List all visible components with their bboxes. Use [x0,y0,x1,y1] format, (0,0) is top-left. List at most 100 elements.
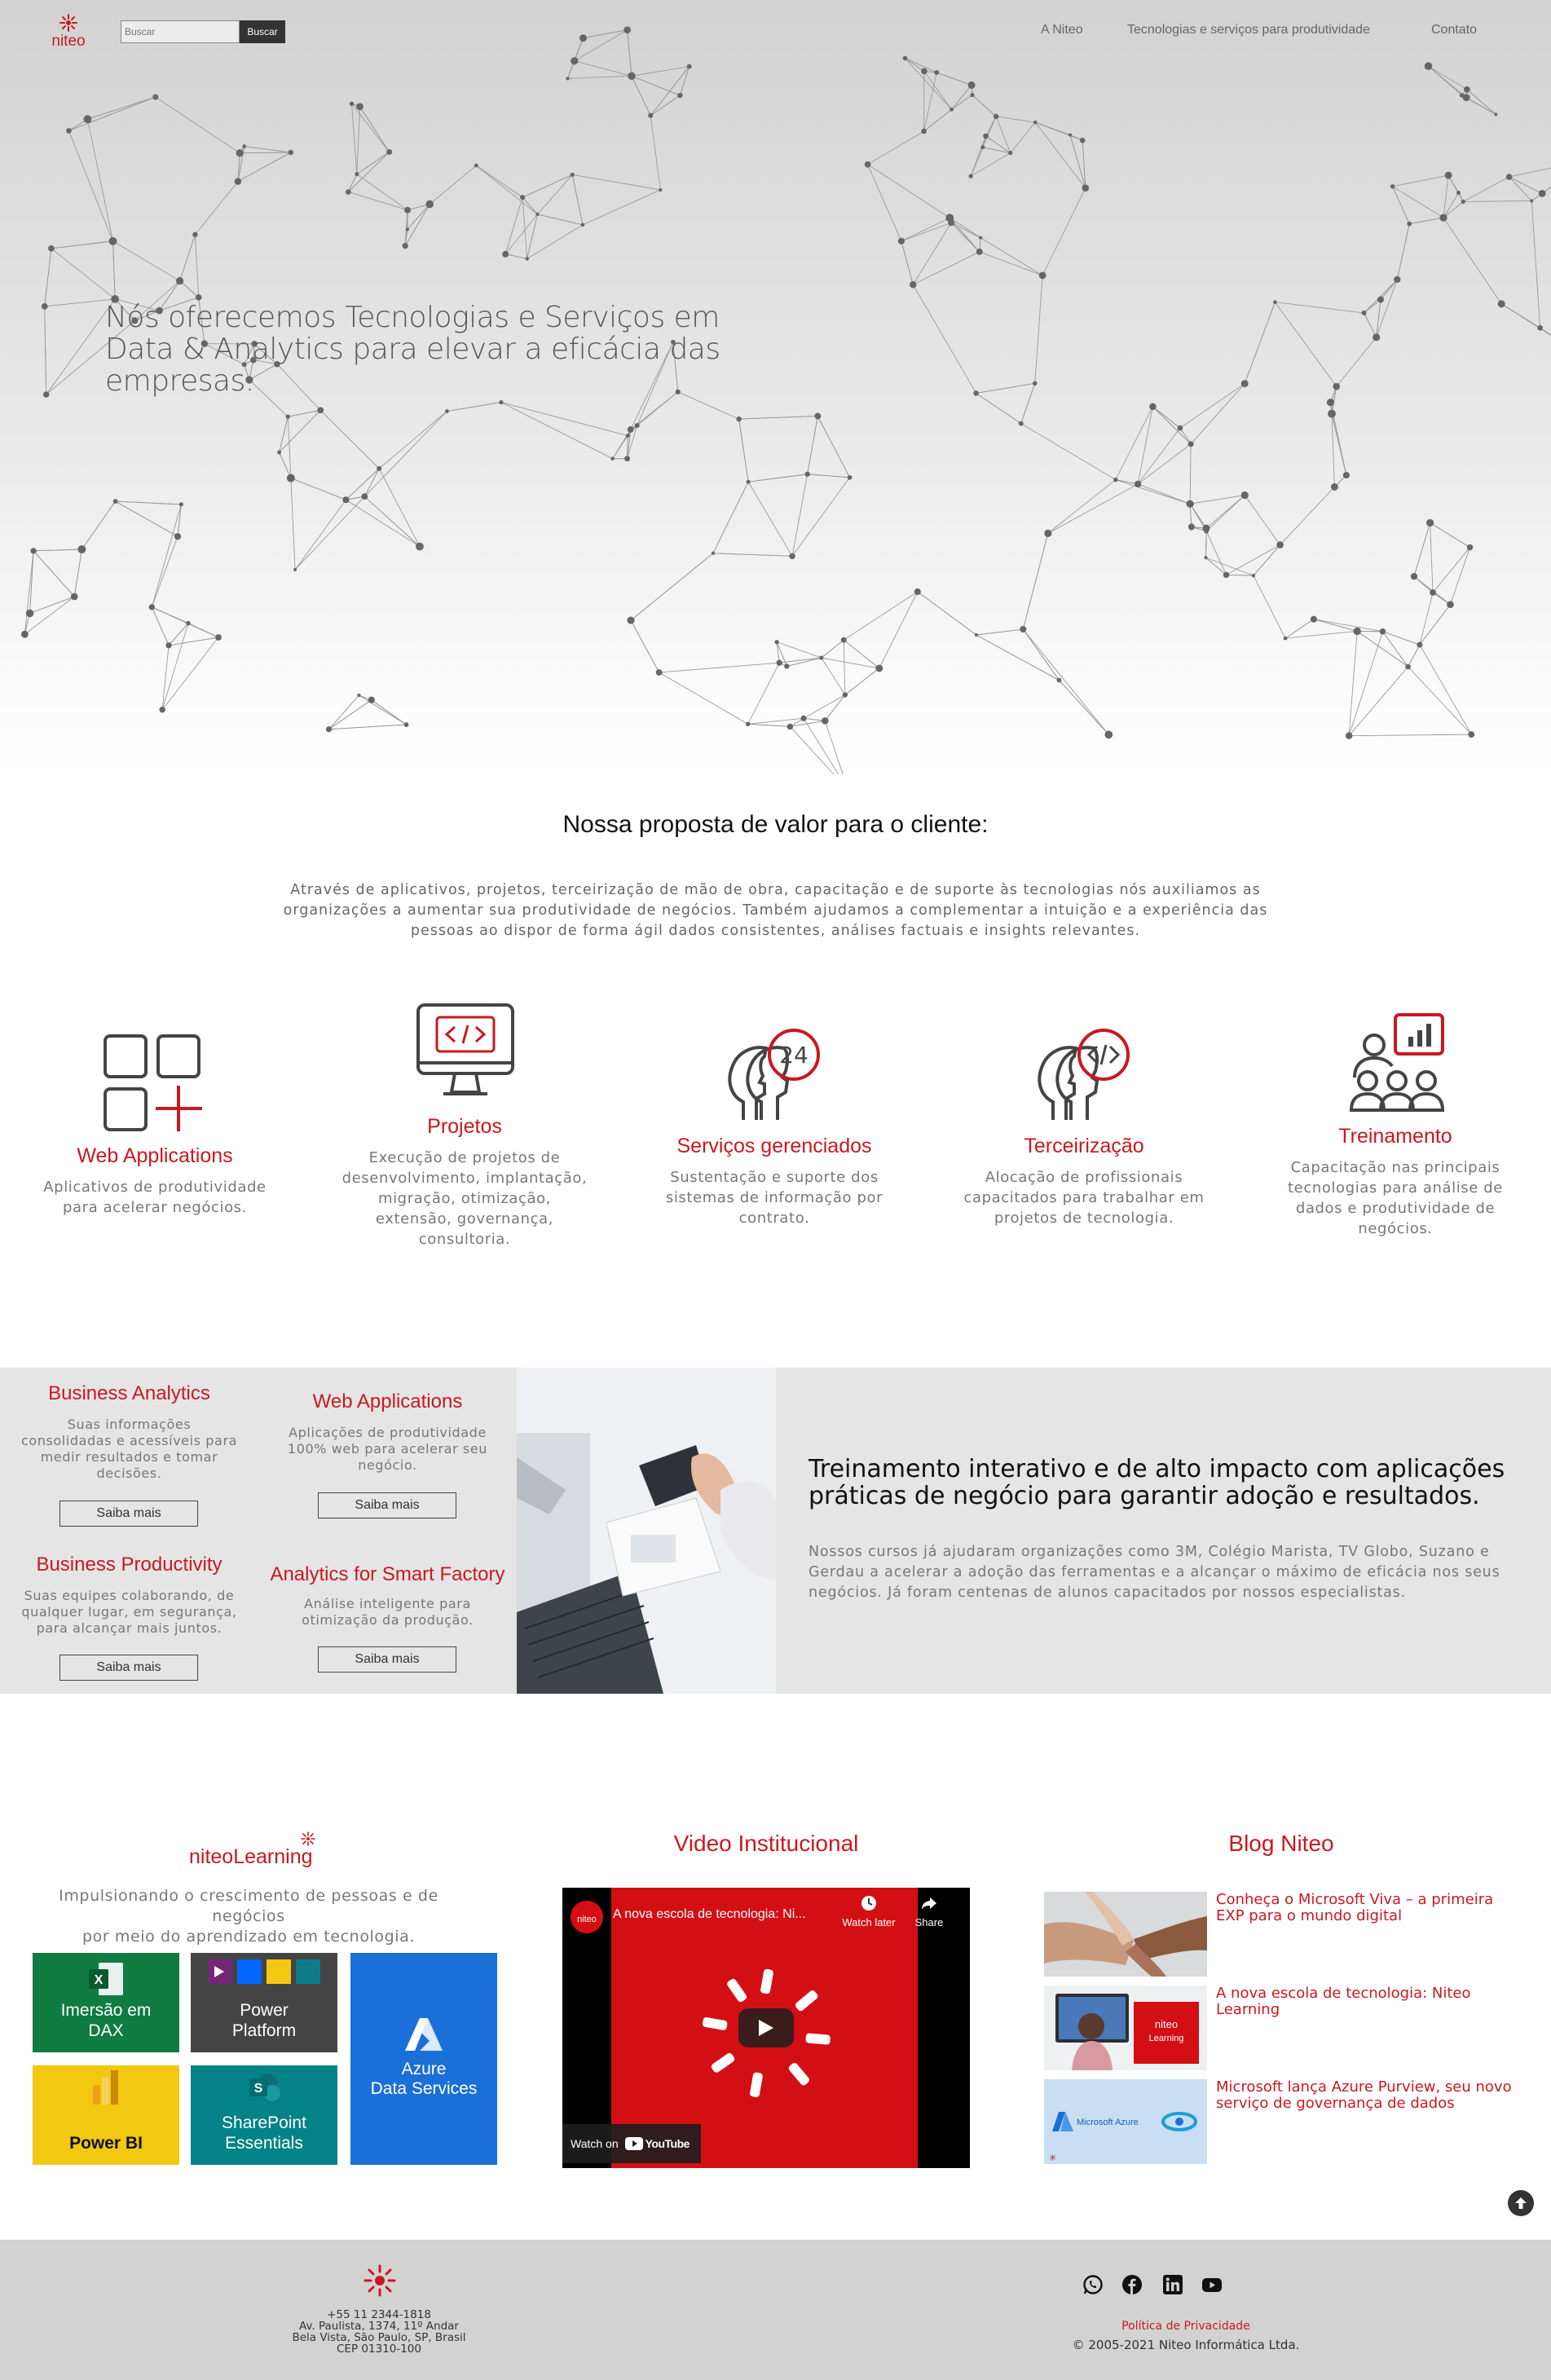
privacy-policy-link[interactable]: Política de Privacidade [1011,2320,1361,2333]
video-title: Video Institucional [673,1831,859,1856]
share-button[interactable]: Share [905,1894,954,1928]
network-node [1407,221,1412,227]
saiba-mais-button[interactable]: Saiba mais [318,1646,456,1673]
nav-contato[interactable]: Contato [1431,23,1477,37]
network-node [784,663,790,669]
watch-later-button[interactable]: Watch later [836,1894,901,1928]
network-node [1044,529,1052,537]
network-node [1020,625,1027,633]
service-text-gerenciados: Sustentação e suporte dos sistemas de inf… [665,1169,883,1227]
blog-link-viva[interactable]: Conheça o Microsoft Viva – a primeira EXP… [1216,1892,1519,1924]
network-node [968,174,973,178]
blog-thumb-learning[interactable]: niteo Learning [1044,1986,1207,2070]
network-node [1008,151,1013,156]
network-node [25,609,34,618]
network-node [1033,381,1038,386]
tile-sharepoint[interactable]: S SharePoint Essentials [191,2065,337,2165]
network-node [967,81,976,89]
solution-text-business-productivity: Suas equipes colaborando, de qualquer lug… [21,1588,237,1636]
value-text: Através de aplicativos, projetos, tercei… [283,882,1268,939]
network-node [48,245,55,252]
network-node [416,542,424,551]
network-node [1461,199,1465,204]
youtube-video-player[interactable]: niteo A nova escola de tecnologia: Ni...… [562,1888,970,2168]
network-node [1538,189,1546,197]
saiba-mais-button[interactable]: Saiba mais [59,1655,198,1681]
youtube-social-icon[interactable] [1201,2274,1223,2295]
sharepoint-icon: S [249,2074,280,2101]
network-node [921,68,928,75]
network-node [1537,324,1544,331]
solution-title-business-productivity[interactable]: Business Productivity [0,1554,258,1576]
play-icon [759,2020,773,2036]
network-node [403,722,409,727]
network-node [974,632,979,637]
network-node [277,450,282,455]
network-node [112,499,118,504]
nav-a-niteo[interactable]: A Niteo [1041,23,1083,37]
facebook-icon[interactable] [1121,2274,1143,2295]
solution-title-smart-factory[interactable]: Analytics for Smart Factory [258,1563,517,1586]
arrow-up-icon [1515,2197,1527,2209]
service-title-projetos[interactable]: Projetos [342,1115,587,1139]
network-node [736,416,742,422]
service-title-web-apps[interactable]: Web Applications [33,1144,277,1168]
video-caption[interactable]: A nova escola de tecnologia: Ni... [613,1907,849,1922]
saiba-mais-button[interactable]: Saiba mais [59,1501,198,1527]
service-title-terceirizacao[interactable]: Terceirização [962,1135,1206,1158]
service-title-gerenciados[interactable]: Serviços gerenciados [652,1135,897,1158]
network-node [814,412,822,420]
whatsapp-icon[interactable] [1082,2274,1104,2295]
network-node [1038,271,1046,280]
watch-on-youtube-button[interactable]: Watch on YouTube [562,2124,701,2163]
solution-title-business-analytics[interactable]: Business Analytics [0,1382,258,1405]
network-node [535,212,540,217]
blog-link-learning[interactable]: A nova escola de tecnologia: Niteo Learni… [1216,1986,1519,2018]
solution-title-web-applications[interactable]: Web Applications [258,1391,517,1413]
tile-azure-data-services[interactable]: Azure Data Services [350,1953,497,2165]
network-node [520,195,526,201]
solution-text-web-applications: Aplicações de produtividade 100% web para… [287,1425,488,1473]
linkedin-icon[interactable] [1162,2274,1183,2295]
network-node [746,479,751,484]
network-node [1204,556,1208,560]
tile-imersao-dax[interactable]: X Imersão em DAX [33,1953,179,2052]
back-to-top-button[interactable] [1508,2190,1534,2216]
network-node [625,434,630,438]
network-node [950,107,954,112]
channel-avatar[interactable]: niteo [567,1897,606,1937]
network-node [1417,641,1423,648]
monitor-code-icon [416,1003,514,1095]
excel-icon: X [89,1963,123,1995]
network-node [234,178,242,185]
network-node [1530,199,1534,203]
blog-thumb-purview[interactable]: Microsoft Azure ✳ [1044,2079,1207,2164]
network-node [1134,480,1142,488]
network-node [1177,425,1183,431]
network-node [1468,731,1475,738]
play-button[interactable] [738,2008,794,2047]
network-node [1353,627,1361,636]
nav-tecnologias[interactable]: Tecnologias e serviços para produtividad… [1127,23,1370,37]
network-node [1379,628,1386,635]
search-button[interactable]: Buscar [240,20,285,43]
blog-link-purview[interactable]: Microsoft lança Azure Purview, seu novo s… [1216,2079,1519,2112]
footer-phone[interactable]: +55 11 2344-1818 [277,2309,481,2320]
network-node [195,294,202,301]
network-node [1459,93,1465,98]
search-input[interactable] [121,20,240,43]
blog-thumb-viva[interactable] [1044,1892,1207,1977]
tile-power-bi[interactable]: Power BI [33,2065,179,2165]
training-panel [776,1368,1551,1694]
tile-power-platform[interactable]: Power Platform [191,1953,337,2052]
saiba-mais-button[interactable]: Saiba mais [318,1492,456,1518]
service-title-treinamento[interactable]: Treinamento [1273,1125,1518,1148]
network-node [70,593,78,601]
network-node [819,655,824,660]
training-text: Nossos cursos já ajudaram organizações c… [809,1544,1500,1601]
niteo-logo[interactable]: niteo [39,13,98,50]
niteo-learning-logo[interactable]: niteoLearning [187,1831,342,1870]
network-node [215,634,222,641]
network-node [822,717,829,725]
svg-text:S: S [254,2082,263,2096]
